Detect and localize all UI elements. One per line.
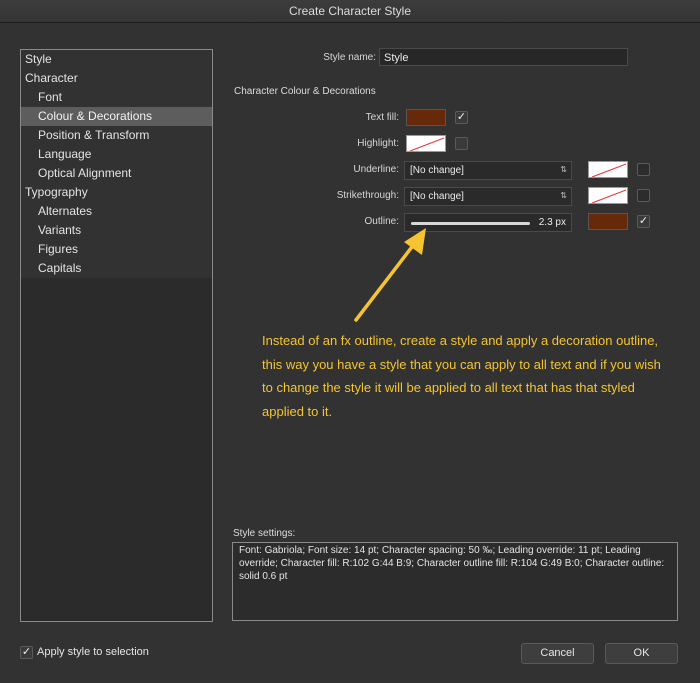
sidebar-item-position-transform[interactable]: Position & Transform (21, 126, 212, 145)
outline-checkbox[interactable]: ✓ (637, 215, 650, 228)
sidebar-item-style[interactable]: Style (21, 50, 212, 69)
apply-style-checkbox[interactable]: ✓ (20, 646, 33, 659)
updown-icon: ⇅ (560, 165, 567, 174)
annotation-arrow (354, 228, 426, 322)
outline-color-swatch[interactable] (588, 213, 628, 230)
text-fill-checkbox[interactable]: ✓ (455, 111, 468, 124)
sidebar-item-capitals[interactable]: Capitals (21, 259, 212, 278)
no-color-icon (591, 189, 627, 203)
highlight-checkbox[interactable] (455, 137, 468, 150)
section-title: Character Colour & Decorations (234, 86, 376, 97)
no-color-icon (409, 137, 445, 151)
style-name-field[interactable]: Style (379, 48, 628, 66)
no-color-icon (591, 163, 627, 177)
cancel-button[interactable]: Cancel (521, 643, 594, 664)
highlight-label: Highlight: (357, 138, 399, 149)
strikethrough-dropdown[interactable]: [No change] ⇅ (404, 187, 572, 206)
sidebar-item-character[interactable]: Character (21, 69, 212, 88)
style-name-label: Style name: (323, 52, 376, 63)
sidebar-item-variants[interactable]: Variants (21, 221, 212, 240)
sidebar-item-colour-decorations[interactable]: Colour & Decorations (21, 107, 212, 126)
underline-value: [No change] (410, 165, 464, 176)
annotation-text: Instead of an fx outline, create a style… (262, 333, 661, 419)
style-settings-label: Style settings: (233, 528, 296, 539)
updown-icon: ⇅ (560, 191, 567, 200)
strikethrough-swatch[interactable] (588, 187, 628, 204)
strikethrough-label: Strikethrough: (336, 190, 399, 201)
strikethrough-value: [No change] (410, 191, 464, 202)
strikethrough-checkbox[interactable] (637, 189, 650, 202)
underline-dropdown[interactable]: [No change] ⇅ (404, 161, 572, 180)
ok-button[interactable]: OK (605, 643, 678, 664)
outline-width-value: 2.3 px (538, 217, 566, 228)
dialog-title: Create Character Style (0, 0, 700, 23)
category-list: Style Character Font Colour & Decoration… (20, 49, 213, 622)
sidebar-item-optical-alignment[interactable]: Optical Alignment (21, 164, 212, 183)
underline-checkbox[interactable] (637, 163, 650, 176)
sidebar-item-figures[interactable]: Figures (21, 240, 212, 259)
style-settings-text: Font: Gabriola; Font size: 14 pt; Charac… (232, 542, 678, 621)
text-fill-label: Text fill: (365, 112, 399, 123)
sidebar-item-typography[interactable]: Typography (21, 183, 212, 202)
underline-label: Underline: (353, 164, 399, 175)
sidebar-item-language[interactable]: Language (21, 145, 212, 164)
apply-style-label[interactable]: Apply style to selection (37, 646, 149, 658)
sidebar-item-font[interactable]: Font (21, 88, 212, 107)
highlight-swatch[interactable] (406, 135, 446, 152)
text-fill-swatch[interactable] (406, 109, 446, 126)
sidebar-item-alternates[interactable]: Alternates (21, 202, 212, 221)
underline-swatch[interactable] (588, 161, 628, 178)
